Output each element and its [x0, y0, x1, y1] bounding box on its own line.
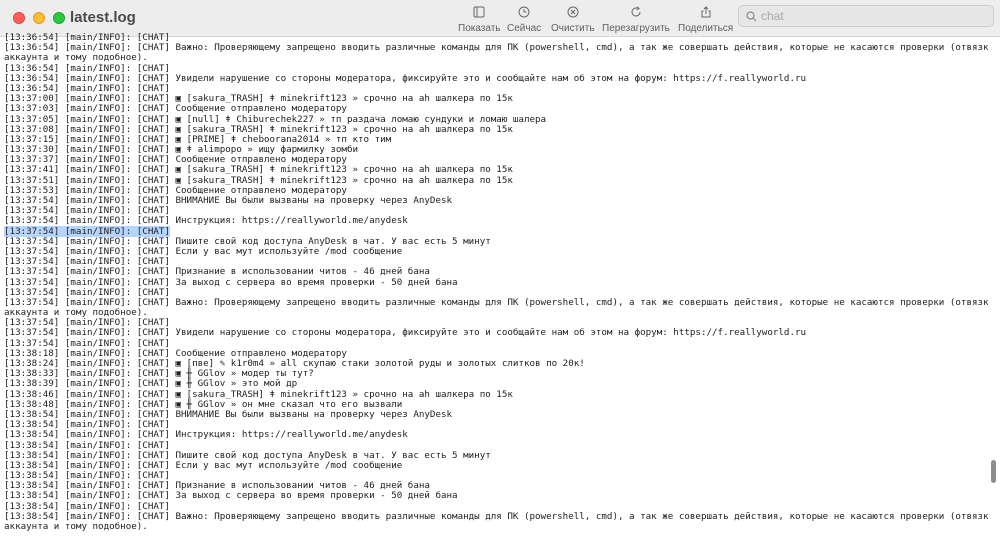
log-line-text: [13:38:54] [main/INFO]: [CHAT] Важно: Пр…	[4, 510, 988, 522]
log-line: [13:36:54] [main/INFO]: [CHAT] Важно: Пр…	[4, 43, 988, 53]
clear-x-icon	[567, 6, 579, 18]
share-icon	[701, 6, 711, 18]
share-button[interactable]: Поделиться	[678, 6, 733, 34]
log-line-text: аккаунта и тому подобное).	[4, 521, 148, 532]
sidebar-icon	[473, 6, 485, 18]
log-line: аккаунта и тому подобное).	[4, 521, 988, 532]
log-line-text: [13:37:54] [main/INFO]: [CHAT] Инструкци…	[4, 215, 408, 227]
log-line-text: [13:37:54] [main/INFO]: [CHAT] Важно: Пр…	[4, 296, 988, 308]
window-titlebar: latest.log Показать Сейчас Очистить Пере…	[0, 0, 1000, 37]
vertical-scrollbar[interactable]	[991, 460, 996, 483]
now-button[interactable]: Сейчас	[507, 6, 541, 34]
reload-icon	[631, 6, 641, 17]
window-controls	[13, 12, 65, 24]
show-button[interactable]: Показать	[458, 6, 501, 34]
clear-button[interactable]: Очистить	[551, 6, 595, 34]
close-window-button[interactable]	[13, 12, 25, 24]
log-line: [13:37:54] [main/INFO]: [CHAT] Важно: Пр…	[4, 296, 988, 308]
search-icon	[746, 11, 757, 22]
clock-icon	[518, 6, 530, 18]
reload-button[interactable]: Перезагрузить	[602, 6, 670, 34]
minimize-window-button[interactable]	[33, 12, 45, 24]
zoom-window-button[interactable]	[53, 12, 65, 24]
log-text-view[interactable]: [13:36:54] [main/INFO]: [CHAT] [13:36:54]…	[4, 33, 988, 545]
search-field[interactable]	[738, 5, 994, 27]
log-line: [13:38:54] [main/INFO]: [CHAT] Важно: Пр…	[4, 510, 988, 522]
window-title: latest.log	[70, 9, 136, 26]
search-input[interactable]	[761, 8, 986, 24]
log-line-text: [13:36:54] [main/INFO]: [CHAT] Важно: Пр…	[4, 42, 988, 54]
